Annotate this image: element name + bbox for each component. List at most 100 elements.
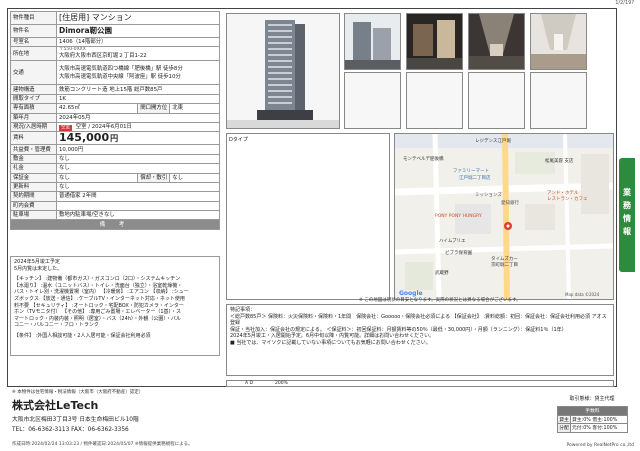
- equipment-line: バス・トイレ別・洗濯機置場（室内） 【冷暖房】 :エアコン 【収納】 :シュー: [14, 289, 189, 296]
- key-money-value: なし: [56, 163, 220, 174]
- floorplan-label: Dタイプ: [229, 137, 248, 143]
- equipment-line: コニー・バルコニー・フロ・トランク: [14, 322, 99, 329]
- google-logo: Google: [399, 290, 423, 297]
- traffic-line: 大阪市高速電気軌道中央線「阿波座」駅 徒歩10分: [59, 73, 181, 80]
- built-label: 築年月: [10, 112, 57, 123]
- layout-label: 間取タイプ: [10, 93, 57, 105]
- fee-label: 共益費・管理費: [10, 144, 57, 155]
- status-text: 空室 / 2024年6月01日: [75, 124, 132, 131]
- entrance-thumbnail-image: [407, 14, 462, 69]
- business-info-tab-label: 業務情報: [623, 188, 631, 236]
- remarks-header: 備 考: [10, 219, 220, 230]
- orientation-label: 間口開方位: [137, 103, 171, 114]
- rent-value: 145,000円: [56, 131, 220, 146]
- status-badge: 空室: [59, 125, 72, 131]
- type-label: 物件種目: [10, 11, 57, 25]
- photo-thumbnail[interactable]: [530, 13, 587, 70]
- commission-table: 手数料 貸主 貸主:0% 借主:100% 分配 元付:0% 客付:100%: [557, 406, 628, 433]
- photo-thumbnail-empty: [468, 72, 525, 129]
- map-label: 武蔵野: [435, 271, 449, 276]
- commission-key: 分配: [557, 423, 571, 433]
- floorplan-panel[interactable]: Dタイプ: [226, 133, 390, 300]
- map-label: 京町堀二丁目: [491, 263, 518, 268]
- other-label: 町内会費: [10, 200, 57, 212]
- photo-thumbnail-empty: [530, 72, 587, 129]
- deposit-value: なし: [56, 153, 220, 165]
- map-label: レジデンス江戸堀: [475, 139, 511, 144]
- condition-line: 【条件】 :外国人相談可能・2人入居可能・保証会社利用必須: [14, 332, 151, 339]
- map-label: 江戸堀二丁目店: [459, 176, 491, 181]
- parking-label: 駐車場: [10, 210, 57, 221]
- map-label: PONY PONY HUNGRY: [435, 214, 482, 219]
- map-label: ミッションズ: [475, 193, 502, 198]
- status-value: 空室 空室 / 2024年6月01日: [56, 121, 220, 133]
- guarantee-value: なし: [55, 172, 139, 183]
- equipment-line: ズボックス 【放送・通信】 :ケーブルTV・インターネット対応・ネット使用: [14, 295, 185, 302]
- powered-by: Powered by RealNetPro co.,ltd: [566, 443, 634, 448]
- building-illustration: [227, 14, 339, 128]
- type-value: [住居用] マンション: [56, 11, 220, 25]
- exterior-thumbnail-image: [345, 14, 400, 69]
- renewal-label: 更新料: [10, 181, 57, 193]
- amortization-value: なし: [169, 172, 220, 183]
- equipment-line: 【キッチン】 :建物備（都市ガス）・ガスコンロ（2口）・システムキッチン: [14, 276, 181, 283]
- map-label: ビブラ保育園: [445, 251, 472, 256]
- area-map[interactable]: レジデンス江戸堀 モンテベルデ肥後橋 ファミリーマート 江戸堀二丁目店 ミッショ…: [394, 133, 614, 300]
- fee-value: 10,000円: [56, 144, 220, 155]
- traffic-line: 大阪市高速電気軌道四つ橋線「肥後橋」駅 徒歩8分: [59, 65, 183, 72]
- address-label: 所在地: [10, 46, 57, 62]
- name-label: 物件名: [10, 24, 57, 38]
- structure-label: 建物構造: [10, 84, 57, 95]
- built-value: 2024年05月: [56, 112, 220, 123]
- rent-label: 賃料: [10, 131, 57, 146]
- document-meta: 作成日時:2024/02/24 13:03:23 / 物件確認日:2024/05…: [12, 442, 193, 447]
- address-value: 〒550-0XXX 大阪府大阪市西区京町堀２丁目1-22: [56, 46, 220, 62]
- interior-thumbnail-image: [531, 14, 586, 69]
- rent-amount: 145,000: [59, 131, 110, 144]
- map-label: 松尾美容 支店: [545, 159, 574, 164]
- key-money-label: 礼金: [10, 163, 57, 174]
- map-label: レストラン・カフェ: [547, 197, 588, 202]
- deal-type: 取引態様：貸主代理: [569, 396, 615, 402]
- address-text: 大阪府大阪市西区京町堀２丁目1-22: [59, 53, 147, 60]
- renewal-value: なし: [56, 181, 220, 193]
- deposit-label: 敷金: [10, 153, 57, 165]
- name-value: Dimora靭公園: [56, 24, 220, 38]
- remarks-line: 2024年5月竣工予定: [14, 259, 60, 265]
- building-photo[interactable]: [226, 13, 340, 129]
- hallway-thumbnail-image: [469, 14, 524, 69]
- orientation-value: 北東: [169, 103, 220, 114]
- contract-value: 普通借家 2年間: [56, 191, 220, 202]
- address-postal: 〒550-0XXX: [59, 47, 86, 53]
- photo-thumbnail[interactable]: [468, 13, 525, 70]
- photo-thumbnail[interactable]: [344, 13, 401, 70]
- traffic-value: 大阪市高速電気軌道四つ橋線「肥後橋」駅 徒歩8分 大阪市高速電気軌道中央線「阿波…: [56, 60, 220, 86]
- commission-value: 元付:0% 客付:100%: [570, 423, 628, 433]
- room-label: 号室名: [10, 36, 57, 48]
- business-info-tab[interactable]: 業務情報: [619, 158, 635, 272]
- commission-value: 貸主:0% 借主:100%: [570, 414, 628, 424]
- map-note: ※ この地図は現状の目安となります。実際の状況とは異なる場合がございます。: [359, 298, 521, 303]
- map-label: 愛知銀行: [501, 201, 519, 206]
- license-notice: ※ 本物件は住宅情報・税法情報（大阪市（大阪府不動産）認定）: [12, 390, 144, 395]
- room-value: 1406（14階部分）: [56, 36, 220, 48]
- parking-value: 敷地内駐車場/空きなし: [56, 210, 220, 221]
- guarantee-label: 保証金: [10, 172, 57, 183]
- map-attribution: Map data ©2024: [565, 292, 600, 297]
- equipment-line: マートロック・内装内装・照明（居室）・バス（24h）・外観（公園）・バル: [14, 315, 181, 322]
- scale-value: 200%: [275, 381, 288, 386]
- commission-header: 手数料: [557, 406, 628, 416]
- photo-thumbnail-empty: [344, 72, 401, 129]
- amortization-label: 償却・敷引: [137, 172, 171, 183]
- property-sheet: 物件種目 [住居用] マンション 物件名 Dimora靭公園 号室名 1406（…: [7, 8, 617, 387]
- special-notes-box: 特記事項： ＜総戸数85戸＞ 保険料：火災保険料・保険料・1年間 保険会社：Go…: [226, 304, 614, 376]
- remarks-box: 2024年5月竣工予定 5月内覧は未定した。 【キッチン】 :建物備（都市ガス）…: [10, 256, 220, 356]
- company-name: 株式会社LeTech: [12, 399, 99, 412]
- scale-label: A D: [245, 381, 253, 386]
- contract-label: 契約期間: [10, 191, 57, 202]
- area-value: 42.65㎡: [55, 103, 139, 114]
- photo-thumbnail[interactable]: [406, 13, 463, 70]
- commission-key: 貸主: [557, 414, 571, 424]
- rent-unit: 円: [110, 133, 119, 143]
- property-table: 物件種目 [住居用] マンション 物件名 Dimora靭公園 号室名 1406（…: [10, 11, 220, 230]
